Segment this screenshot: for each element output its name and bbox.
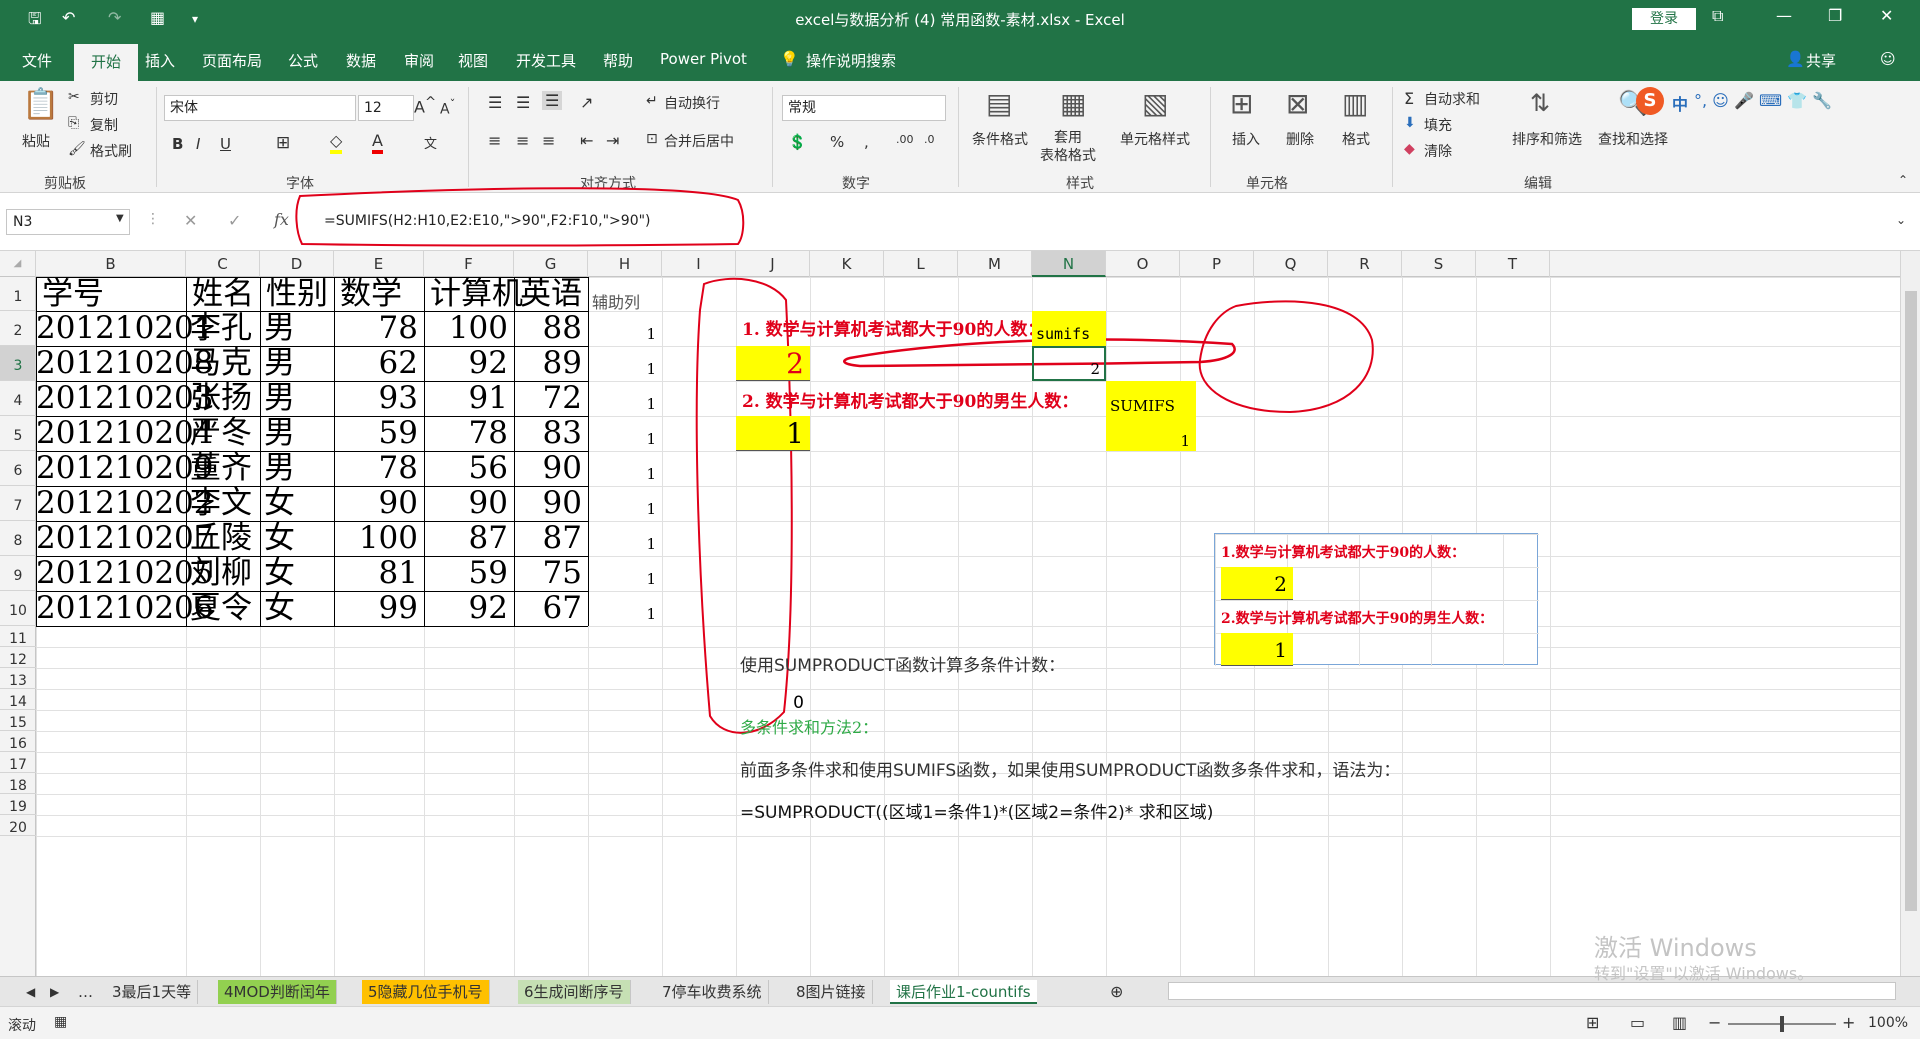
table-cell[interactable]: 99 — [334, 591, 418, 626]
table-cell[interactable]: 78 — [424, 416, 508, 451]
table-cell[interactable]: 女 — [264, 556, 295, 591]
table-cell[interactable]: 严冬 — [190, 416, 252, 451]
formula-highlight-circle — [295, 187, 745, 247]
table-cell[interactable]: 男 — [264, 416, 295, 451]
sumproduct-syntax[interactable]: =SUMPRODUCT((区域1=条件1)*(区域2=条件2)* 求和区域) — [740, 798, 1213, 823]
helper-cell[interactable]: 1 — [588, 570, 656, 588]
table-cell[interactable]: 201210204 — [36, 416, 214, 451]
table-border — [36, 626, 588, 627]
table-cell[interactable]: 92 — [424, 591, 508, 626]
sumproduct-description[interactable]: 前面多条件求和使用SUMIFS函数，如果使用SUMPRODUCT函数多条件求和，… — [740, 756, 1400, 781]
table-cell[interactable]: 李孔 — [190, 311, 252, 346]
table-cell[interactable]: 87 — [424, 521, 508, 556]
helper-cell[interactable]: 1 — [588, 500, 656, 518]
helper-cell[interactable]: 1 — [588, 465, 656, 483]
picture-question-2[interactable]: 2.数学与计算机考试都大于90的男生人数： — [1221, 608, 1493, 628]
table-cell[interactable]: 89 — [514, 346, 582, 381]
sumifs-label-2[interactable]: SUMIFS — [1110, 397, 1175, 415]
answer-1-value[interactable]: 2 — [736, 346, 804, 381]
table-cell[interactable]: 女 — [264, 521, 295, 556]
table-cell[interactable]: 201210208 — [36, 346, 214, 381]
method-2-title[interactable]: 多条件求和方法2： — [740, 714, 878, 738]
pasted-picture[interactable]: 1.数学与计算机考试都大于90的人数： 2 2.数学与计算机考试都大于90的男生人数… — [1214, 533, 1539, 666]
table-cell[interactable]: 100 — [424, 311, 508, 346]
question-1-text[interactable]: 1. 数学与计算机考试都大于90的人数： — [742, 315, 1044, 340]
table-cell[interactable]: 201210201 — [36, 311, 214, 346]
excel-window: 🖫 ↶ ↷ ▦ ▾ excel与数据分析 (4) 常用函数-素材.xlsx - … — [0, 0, 1920, 1039]
table-cell[interactable]: 100 — [334, 521, 418, 556]
table-cell[interactable]: 83 — [514, 416, 582, 451]
table-cell[interactable]: 201210207 — [36, 521, 214, 556]
table-cell[interactable]: 72 — [514, 381, 582, 416]
table-cell[interactable]: 78 — [334, 451, 418, 486]
table-cell[interactable]: 刘柳 — [190, 556, 252, 591]
table-cell[interactable]: 62 — [334, 346, 418, 381]
table-cell[interactable]: 董齐 — [190, 451, 252, 486]
table-cell[interactable]: 90 — [514, 451, 582, 486]
table-cell[interactable]: 李文 — [190, 486, 252, 521]
table-cell[interactable]: 78 — [334, 311, 418, 346]
table-cell[interactable]: 201210203 — [36, 381, 214, 416]
picture-gridline — [1215, 534, 1216, 666]
answer-2-value[interactable]: 1 — [736, 416, 804, 451]
table-cell[interactable]: 男 — [264, 311, 295, 346]
header-name[interactable]: 姓名 — [192, 277, 254, 311]
sumproduct-note[interactable]: 使用SUMPRODUCT函数计算多条件计数： — [740, 651, 1065, 676]
table-cell[interactable]: 88 — [514, 311, 582, 346]
sumifs-label[interactable]: sumifs — [1036, 325, 1090, 343]
sumifs-result[interactable]: 2 — [1032, 360, 1100, 378]
header-math[interactable]: 数学 — [340, 277, 402, 311]
table-cell[interactable]: 201210206 — [36, 591, 214, 626]
table-cell[interactable]: 75 — [514, 556, 582, 591]
sumifs-result-2[interactable]: 1 — [1106, 432, 1190, 450]
picture-question-1[interactable]: 1.数学与计算机考试都大于90的人数： — [1221, 542, 1465, 562]
helper-cell[interactable]: 1 — [588, 430, 656, 448]
header-student-id[interactable]: 学号 — [42, 277, 104, 311]
question-2-text[interactable]: 2. 数学与计算机考试都大于90的男生人数： — [742, 387, 1078, 412]
table-cell[interactable]: 90 — [514, 486, 582, 521]
table-cell[interactable]: 女 — [264, 591, 295, 626]
helper-column-header[interactable]: 辅助列 — [592, 289, 640, 313]
header-english[interactable]: 英语 — [520, 277, 582, 311]
table-cell[interactable]: 90 — [424, 486, 508, 521]
table-cell[interactable]: 马克 — [190, 346, 252, 381]
table-cell[interactable]: 201210202 — [36, 486, 214, 521]
table-cell[interactable]: 90 — [334, 486, 418, 521]
helper-cell[interactable]: 1 — [588, 535, 656, 553]
table-cell[interactable]: 93 — [334, 381, 418, 416]
picture-answer-1[interactable]: 2 — [1221, 568, 1287, 600]
table-cell[interactable]: 59 — [334, 416, 418, 451]
table-cell[interactable]: 女 — [264, 486, 295, 521]
table-cell[interactable]: 张扬 — [190, 381, 252, 416]
helper-cell[interactable]: 1 — [588, 325, 656, 343]
table-cell[interactable]: 91 — [424, 381, 508, 416]
table-cell[interactable]: 56 — [424, 451, 508, 486]
table-cell[interactable]: 201210209 — [36, 451, 214, 486]
helper-cell[interactable]: 1 — [588, 360, 656, 378]
sumproduct-result[interactable]: 0 — [736, 693, 804, 713]
table-cell[interactable]: 67 — [514, 591, 582, 626]
table-cell[interactable]: 92 — [424, 346, 508, 381]
table-cell[interactable]: 201210205 — [36, 556, 214, 591]
table-cell[interactable]: 夏令 — [190, 591, 252, 626]
table-cell[interactable]: 男 — [264, 381, 295, 416]
picture-answer-2[interactable]: 1 — [1221, 634, 1287, 666]
header-gender[interactable]: 性别 — [266, 277, 328, 311]
table-cell[interactable]: 87 — [514, 521, 582, 556]
table-cell[interactable]: 男 — [264, 346, 295, 381]
table-cell[interactable]: 男 — [264, 451, 295, 486]
picture-gridline — [1215, 600, 1539, 601]
table-cell[interactable]: 59 — [424, 556, 508, 591]
header-computer[interactable]: 计算机 — [430, 277, 523, 311]
picture-gridline — [1215, 534, 1539, 535]
table-cell[interactable]: 81 — [334, 556, 418, 591]
helper-cell[interactable]: 1 — [588, 605, 656, 623]
helper-cell[interactable]: 1 — [588, 395, 656, 413]
picture-gridline — [1503, 534, 1504, 666]
table-cell[interactable]: 丘陵 — [190, 521, 252, 556]
